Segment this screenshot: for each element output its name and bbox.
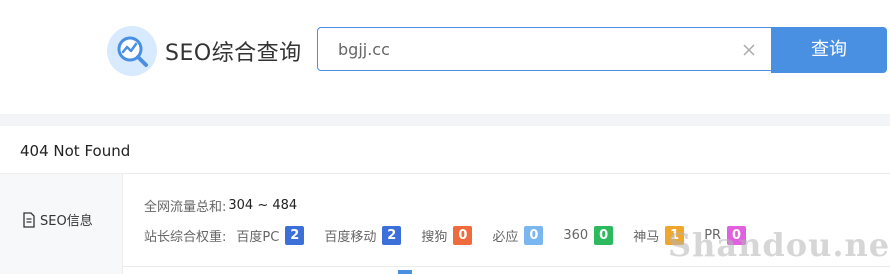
row-divider — [123, 266, 890, 267]
seo-info-label: SEO信息 — [40, 214, 93, 229]
site-logo[interactable] — [107, 26, 157, 76]
document-icon — [23, 211, 35, 228]
chart-magnifier-icon — [117, 36, 148, 67]
weight-pr[interactable]: PR 0 — [704, 226, 747, 245]
weight-360[interactable]: 360 0 — [563, 226, 614, 245]
traffic-value: 304 ~ 484 — [228, 198, 298, 213]
metric-label: PR — [704, 228, 722, 243]
status-row: 404 Not Found — [0, 126, 890, 174]
metric-label: 百度移动 — [324, 230, 377, 245]
section-divider — [0, 114, 890, 126]
close-icon[interactable] — [742, 43, 756, 57]
metric-label: 必应 — [492, 230, 519, 245]
weight-badge: 0 — [524, 226, 544, 245]
weight-baidu-mobile[interactable]: 百度移动 2 — [324, 226, 402, 245]
weight-badge: 0 — [727, 226, 747, 245]
weight-badge: 2 — [382, 226, 402, 245]
weight-shenma[interactable]: 神马 1 — [633, 226, 685, 245]
search-box — [317, 27, 771, 71]
weight-badge: 1 — [665, 226, 685, 245]
metric-label: 360 — [563, 228, 589, 243]
weight-badge: 0 — [594, 226, 614, 245]
metric-label: 搜狗 — [421, 230, 448, 245]
weight-badge: 0 — [453, 226, 473, 245]
weights-label: 站长综合权重: — [144, 230, 227, 245]
weight-badge: 2 — [285, 226, 305, 245]
weight-bing[interactable]: 必应 0 — [492, 226, 544, 245]
site-title[interactable]: SEO综合查询 — [165, 35, 302, 67]
seo-info-sidebar: SEO信息 — [0, 174, 123, 274]
status-message: 404 Not Found — [20, 142, 131, 160]
metric-label: 百度PC — [236, 230, 280, 245]
search-input[interactable] — [338, 28, 728, 70]
header: SEO综合查询 查询 — [0, 0, 890, 114]
metric-label: 神马 — [633, 230, 660, 245]
seo-info-section: SEO信息 全网流量总和: 304 ~ 484 站长综合权重: 百度PC 2 百… — [0, 174, 890, 274]
weight-sogou[interactable]: 搜狗 0 — [421, 226, 473, 245]
traffic-row: 全网流量总和: 304 ~ 484 — [144, 196, 297, 215]
weights-row: 站长综合权重: 百度PC 2 百度移动 2 搜狗 0 必应 0 360 0 神马… — [144, 226, 766, 245]
traffic-label: 全网流量总和: — [144, 200, 227, 215]
search-button[interactable]: 查询 — [771, 27, 887, 73]
weight-baidu-pc[interactable]: 百度PC 2 — [236, 226, 305, 245]
active-tab-indicator — [398, 270, 412, 274]
